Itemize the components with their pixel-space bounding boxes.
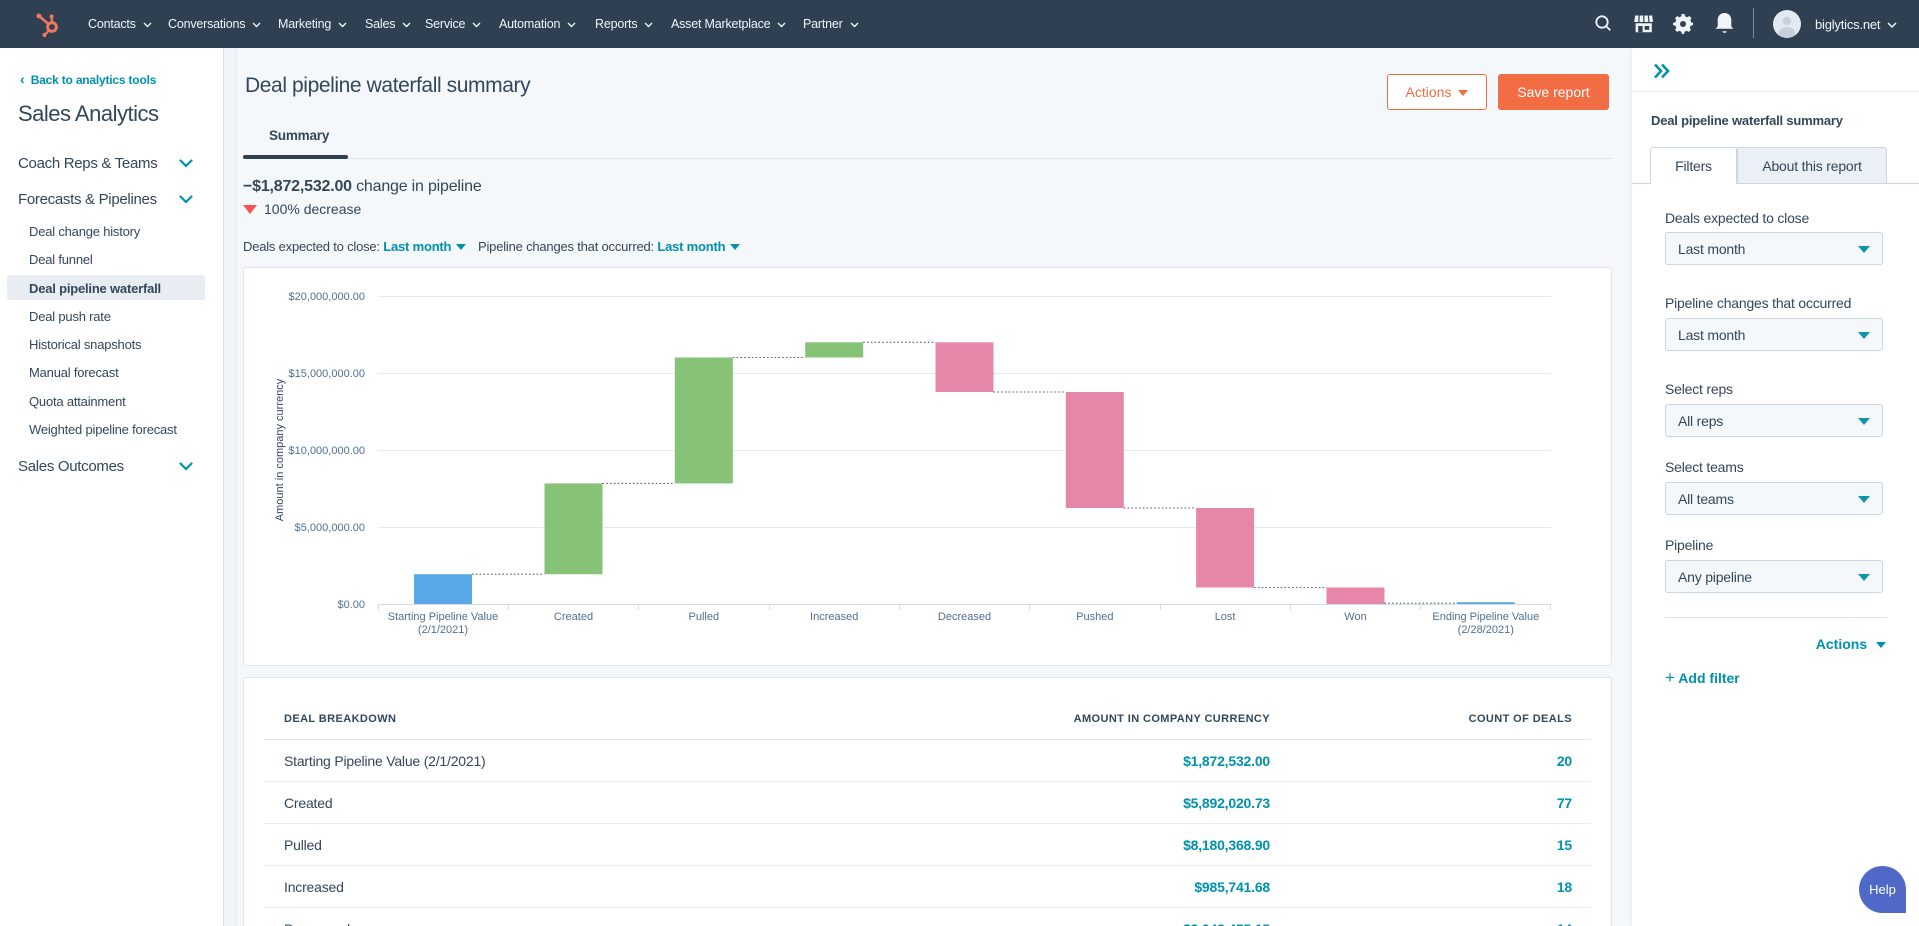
svg-text:$0.00: $0.00 bbox=[337, 599, 365, 611]
svg-text:Decreased: Decreased bbox=[938, 611, 991, 623]
svg-text:$5,000,000.00: $5,000,000.00 bbox=[295, 522, 365, 534]
svg-text:Pulled: Pulled bbox=[689, 611, 720, 623]
svg-text:Increased: Increased bbox=[810, 611, 858, 623]
svg-text:$15,000,000.00: $15,000,000.00 bbox=[289, 368, 365, 380]
svg-text:Created: Created bbox=[554, 611, 593, 623]
svg-text:Won: Won bbox=[1344, 611, 1366, 623]
svg-text:Pushed: Pushed bbox=[1076, 611, 1113, 623]
svg-text:Ending Pipeline Value: Ending Pipeline Value bbox=[1432, 611, 1539, 623]
svg-text:Amount in company currency: Amount in company currency bbox=[274, 378, 286, 521]
svg-text:(2/1/2021): (2/1/2021) bbox=[418, 624, 468, 636]
svg-text:Lost: Lost bbox=[1215, 611, 1236, 623]
svg-text:$20,000,000.00: $20,000,000.00 bbox=[289, 291, 365, 303]
svg-text:(2/28/2021): (2/28/2021) bbox=[1458, 624, 1514, 636]
svg-text:Starting Pipeline Value: Starting Pipeline Value bbox=[388, 611, 498, 623]
svg-text:$10,000,000.00: $10,000,000.00 bbox=[289, 445, 365, 457]
